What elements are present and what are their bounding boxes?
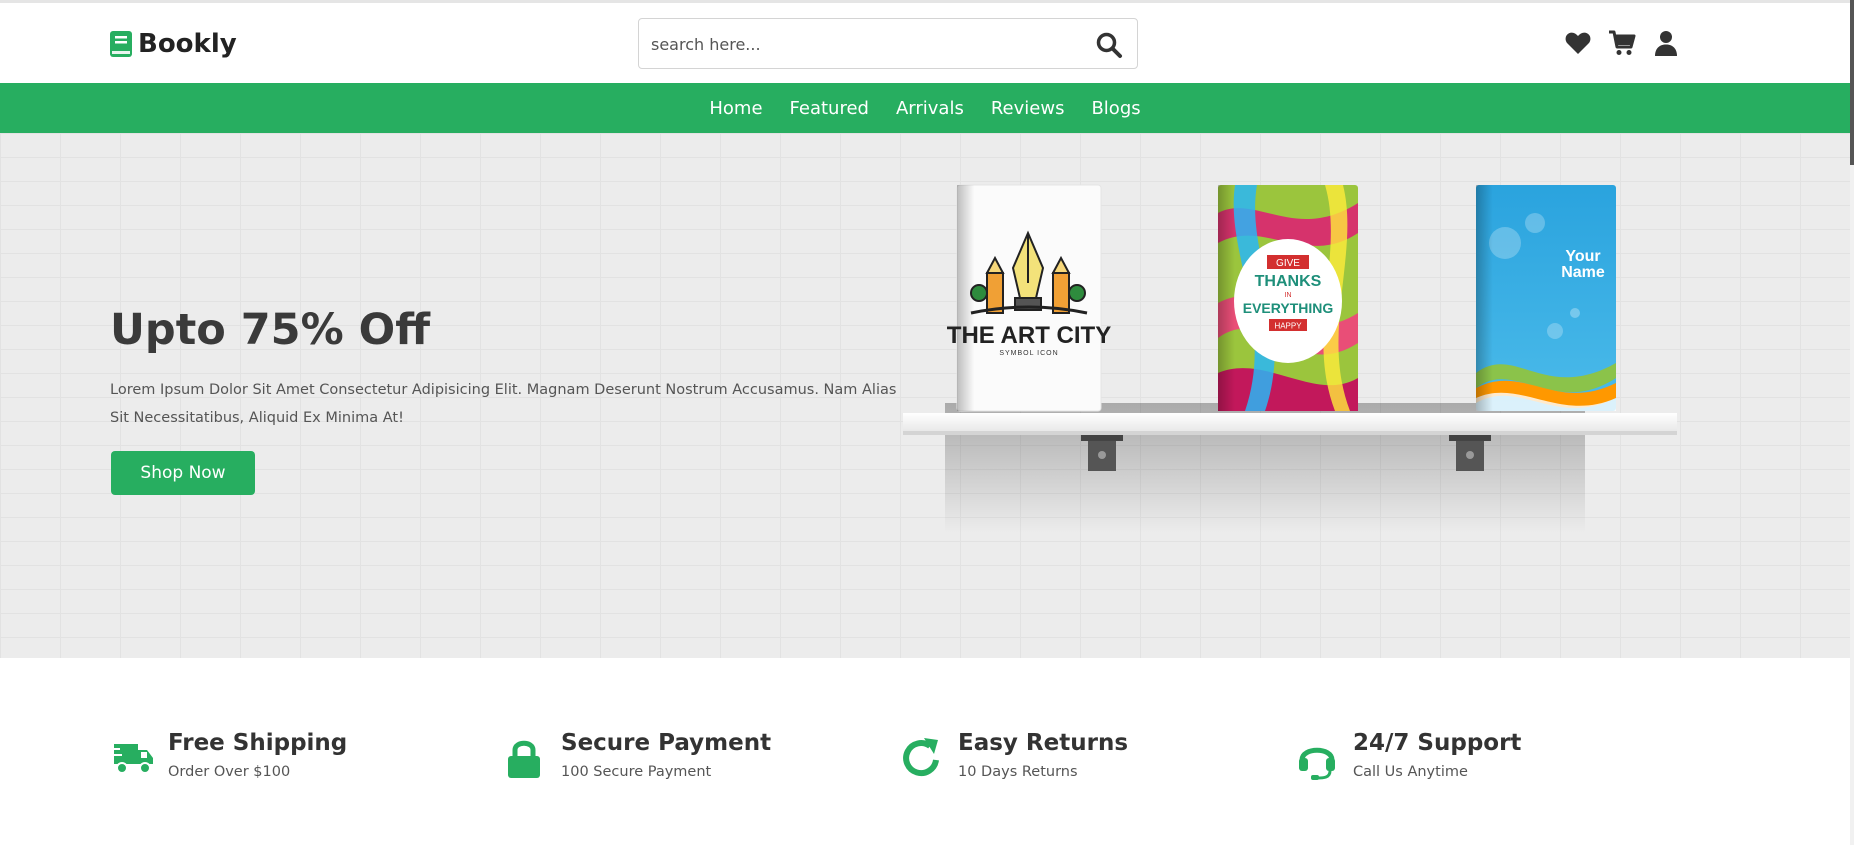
shelf-board [903,413,1677,433]
feature-easy-returns: Easy Returns 10 Days Returns [900,730,1128,782]
truck-icon [110,744,153,774]
user-icon[interactable] [1652,29,1680,57]
book-your-name: Your Name [1476,185,1616,411]
nav-arrivals[interactable]: Arrivals [896,98,964,119]
feature-subtitle: 100 Secure Payment [561,764,712,780]
logo-text: Bookly [138,29,237,59]
shop-now-button[interactable]: Shop Now [111,451,255,495]
feature-subtitle: Call Us Anytime [1353,764,1468,780]
features-section: Free Shipping Order Over $100 Secure Pay… [0,658,1850,845]
book-give-thanks: GIVE THANKS IN EVERYTHING HAPPY [1218,185,1358,411]
book-give-label: GIVE [1276,258,1300,269]
logo[interactable]: Bookly [110,29,237,59]
headset-icon [1299,747,1335,780]
hero-description: Lorem Ipsum Dolor Sit Amet Consectetur A… [110,382,897,426]
book-everything-label: EVERYTHING [1243,300,1334,316]
hero-title: Upto 75% Off [110,305,431,355]
book-name-label: Name [1561,264,1605,281]
feature-secure-payment: Secure Payment 100 Secure Payment [503,730,771,782]
search-input[interactable] [651,29,1071,59]
feature-title: Easy Returns [958,730,1129,756]
feature-text: Free Shipping Order Over $100 [168,730,347,782]
feature-text: Easy Returns 10 Days Returns [958,730,1128,782]
feature-subtitle: 10 Days Returns [958,764,1078,780]
cart-icon[interactable] [1608,29,1636,57]
book-art-city-title: THE ART CITY [947,322,1111,349]
book-shelf-illustration: THE ART CITY SYMBOL ICON GIVE THANKS IN … [903,184,1677,533]
book-happy-label: HAPPY [1274,322,1302,331]
search-box [638,18,1138,69]
feature-text: 24/7 Support Call Us Anytime [1353,730,1521,782]
feature-title: Free Shipping [168,730,348,756]
feature-title: Secure Payment [561,730,772,756]
header: Bookly [0,3,1850,83]
search-icon[interactable] [1095,31,1123,59]
nav-home[interactable]: Home [709,98,762,119]
book-your-label: Your [1565,248,1600,265]
header-icons [1564,29,1680,57]
book-art-city-subtitle: SYMBOL ICON [999,350,1058,357]
feature-title: 24/7 Support [1353,730,1522,756]
book-in-label: IN [1285,292,1292,299]
main-nav: Home Featured Arrivals Reviews Blogs [0,83,1850,133]
lock-icon [508,740,540,778]
feature-text: Secure Payment 100 Secure Payment [561,730,771,782]
book-art-city: THE ART CITY SYMBOL ICON [947,184,1111,412]
scrollbar-thumb[interactable] [1850,0,1854,165]
redo-icon [903,738,939,777]
feature-free-shipping: Free Shipping Order Over $100 [110,730,347,782]
hero-banner: Upto 75% Off Lorem Ipsum Dolor Sit Amet … [0,133,1850,658]
feature-support: 24/7 Support Call Us Anytime [1295,730,1521,782]
nav-blogs[interactable]: Blogs [1091,98,1140,119]
book-icon [110,31,132,57]
nav-featured[interactable]: Featured [790,98,869,119]
feature-subtitle: Order Over $100 [168,764,291,780]
nav-reviews[interactable]: Reviews [991,98,1065,119]
heart-icon[interactable] [1564,29,1592,57]
page: Bookly Home [0,0,1854,845]
book-thanks-label: THANKS [1255,273,1322,290]
